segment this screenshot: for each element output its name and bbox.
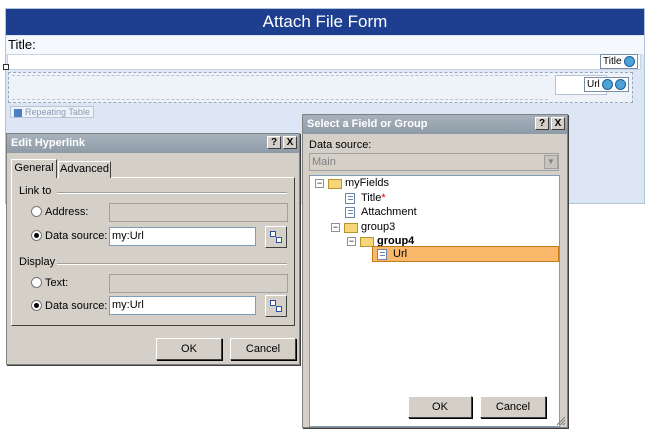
address-radio[interactable]: [31, 206, 42, 217]
repeating-table-label: Repeating Table: [25, 107, 90, 117]
link-to-group-label: Link to: [19, 185, 52, 197]
collapse-icon[interactable]: −: [347, 237, 356, 246]
dialog-title: Select a Field or Group: [307, 118, 428, 130]
display-group-label: Display: [19, 256, 56, 268]
cancel-button[interactable]: Cancel: [480, 396, 546, 418]
display-datasource-label: Data source:: [45, 300, 108, 312]
ok-button[interactable]: OK: [408, 396, 472, 418]
tree-item-title-label: Title: [361, 192, 382, 204]
url-control-tag[interactable]: Url: [584, 77, 629, 92]
select-field-icon[interactable]: [265, 295, 287, 317]
dialog-title-bar[interactable]: Select a Field or Group ? X: [303, 115, 567, 134]
repeating-table-tag[interactable]: Repeating Table: [10, 106, 94, 118]
close-button[interactable]: X: [283, 136, 297, 149]
title-control-tag[interactable]: Title: [600, 54, 638, 69]
address-input[interactable]: [109, 203, 288, 222]
ok-button[interactable]: OK: [156, 338, 222, 360]
chevron-down-icon[interactable]: ▼: [544, 155, 558, 169]
url-control-label: Url: [587, 79, 600, 90]
divider: [57, 263, 287, 265]
required-marker: *: [381, 192, 386, 204]
folder-open-icon: [344, 223, 358, 233]
link-datasource-radio[interactable]: [31, 230, 42, 241]
datasource-label: Data source:: [309, 139, 372, 151]
repeating-table-row[interactable]: [12, 75, 548, 100]
datasource-select[interactable]: Main: [309, 153, 559, 171]
field-icon: [345, 207, 355, 218]
tab-general[interactable]: General: [11, 159, 57, 178]
table-icon: [14, 108, 22, 117]
binding-icon: [614, 78, 626, 90]
display-datasource-input[interactable]: my:Url: [109, 296, 256, 315]
help-button[interactable]: ?: [267, 136, 281, 149]
tab-advanced[interactable]: Advanced: [58, 161, 111, 178]
form-header: Attach File Form: [6, 9, 644, 35]
help-button[interactable]: ?: [535, 117, 549, 130]
collapse-icon[interactable]: −: [331, 223, 340, 232]
field-icon: [377, 249, 387, 260]
binding-icon: [623, 55, 635, 67]
tree-item-title[interactable]: Title*: [361, 191, 386, 205]
collapse-icon[interactable]: −: [315, 179, 324, 188]
field-icon: [345, 193, 355, 204]
binding-icon: [601, 78, 613, 90]
text-label: Text:: [45, 277, 69, 289]
close-button[interactable]: X: [551, 117, 565, 130]
title-field[interactable]: [7, 54, 641, 70]
link-datasource-input[interactable]: my:Url: [109, 227, 256, 246]
resize-grip-icon[interactable]: [556, 416, 566, 426]
dialog-title-bar[interactable]: Edit Hyperlink ? X: [7, 134, 299, 153]
resize-handle[interactable]: [3, 64, 9, 70]
title-control-label: Title: [603, 56, 622, 67]
title-label: Title:: [6, 36, 644, 54]
text-input[interactable]: [109, 274, 288, 293]
link-datasource-label: Data source:: [45, 230, 108, 242]
tree-item-group3[interactable]: group3: [361, 220, 395, 234]
tree-item-url[interactable]: Url: [393, 247, 407, 261]
tree-item-attachment[interactable]: Attachment: [361, 205, 417, 219]
folder-open-icon: [328, 179, 342, 189]
display-datasource-radio[interactable]: [31, 300, 42, 311]
cancel-button[interactable]: Cancel: [230, 338, 296, 360]
select-field-icon[interactable]: [265, 226, 287, 248]
dialog-title: Edit Hyperlink: [11, 137, 85, 149]
text-radio[interactable]: [31, 277, 42, 288]
divider: [57, 192, 287, 194]
tree-item-myfields[interactable]: myFields: [345, 176, 389, 190]
address-label: Address:: [45, 206, 89, 218]
